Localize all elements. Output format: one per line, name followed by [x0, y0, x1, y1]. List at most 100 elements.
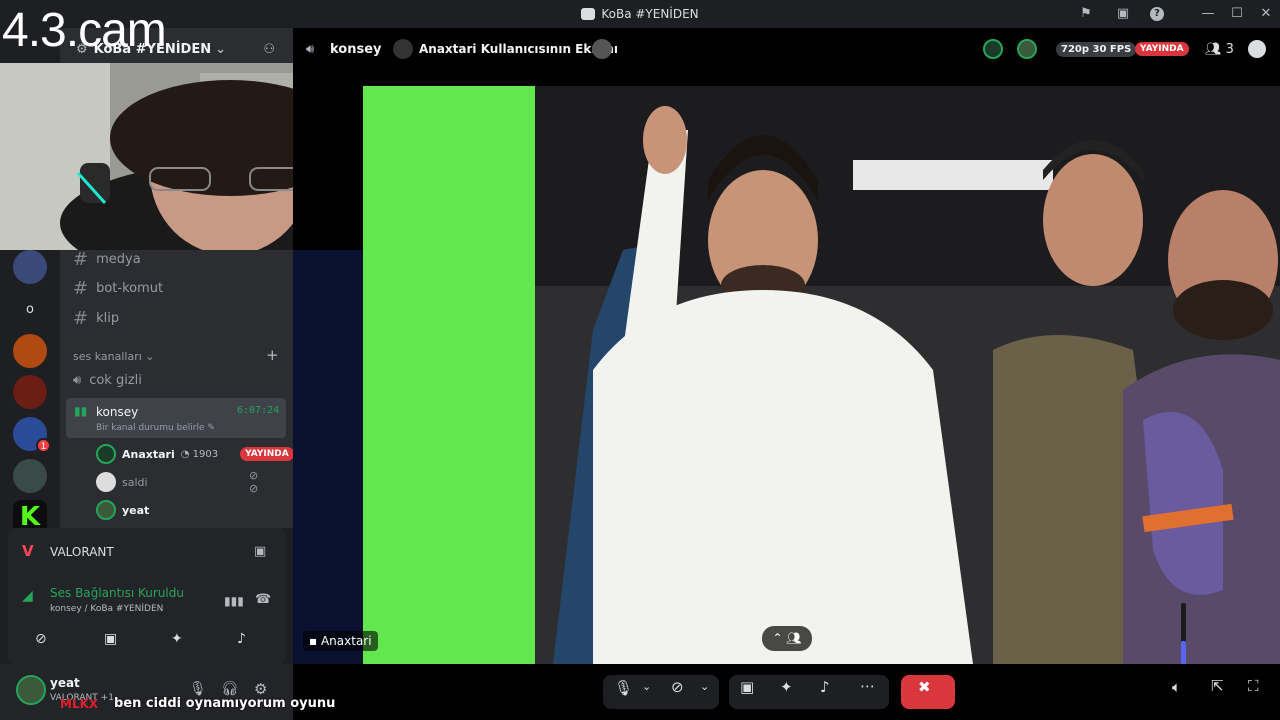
voice-channel-cok-gizli[interactable]: 🔊︎ cok gizli: [73, 373, 142, 388]
hash-icon: #: [73, 278, 89, 299]
microphone-icon[interactable]: 🎙︎: [189, 681, 207, 697]
more-icon[interactable]: ⋯: [860, 677, 875, 695]
live-badge: YAYINDA: [240, 447, 294, 461]
volume-slider[interactable]: [1181, 603, 1186, 671]
avatar: [96, 444, 116, 464]
cam-label: 4.3.cam: [2, 4, 167, 57]
discord-logo-icon: [581, 8, 596, 20]
soundboard-icon[interactable]: ♪: [237, 631, 246, 647]
microphone-icon[interactable]: 🎙︎: [614, 679, 633, 697]
screen-share-icon[interactable]: ▣: [104, 631, 117, 647]
chevron-down-icon[interactable]: ⌄: [642, 680, 651, 693]
activities-icon[interactable]: ✦: [171, 631, 183, 647]
stream-image: [293, 70, 1280, 664]
server-icon[interactable]: 1: [13, 417, 51, 453]
text-channel-klip[interactable]: # klip: [73, 308, 119, 329]
maximize-button[interactable]: ☐: [1228, 5, 1246, 23]
inbox-flag-icon[interactable]: ⚑: [1077, 5, 1095, 23]
headphones-icon[interactable]: 🎧︎: [221, 681, 239, 697]
noise-suppression-icon[interactable]: ▮▮▮: [224, 594, 244, 608]
soundboard-icon[interactable]: ♪: [820, 678, 830, 696]
voice-member[interactable]: Anaxtari ◔ 1903 YAYINDA: [96, 443, 294, 465]
streamer-avatar: [393, 39, 413, 59]
channel-name: bot-komut: [96, 281, 164, 296]
subtitle-prefix: MLKX: [60, 697, 99, 711]
subtitle-text: ben ciddi oynamıyorum oyunu: [114, 696, 336, 711]
category-header[interactable]: ses kanalları ⌄: [73, 350, 155, 363]
screen-share-icon[interactable]: ▣: [740, 678, 754, 696]
voice-member[interactable]: yeat: [96, 499, 149, 521]
screen-share-icon[interactable]: ▣: [254, 544, 266, 559]
channel-name: klip: [96, 311, 120, 326]
voice-member[interactable]: saldi ⊘ ⊘: [96, 469, 258, 495]
volume-icon[interactable]: 🔈︎: [1172, 678, 1181, 696]
muted-icons: ⊘ ⊘: [249, 469, 259, 495]
connection-channel[interactable]: konsey / KoBa #YENİDEN: [50, 604, 163, 614]
text-channel-medya[interactable]: # medya: [73, 249, 141, 270]
hash-icon: #: [73, 249, 89, 270]
text-channel-bot-komut[interactable]: # bot-komut: [73, 278, 163, 299]
server-icon[interactable]: [13, 334, 47, 368]
chevron-down-icon[interactable]: ⌄: [700, 680, 709, 693]
disconnect-icon[interactable]: ☎: [255, 592, 271, 607]
participant-avatar[interactable]: [1017, 39, 1037, 59]
stream-channel-name[interactable]: konsey: [330, 42, 382, 57]
camera-off-icon[interactable]: ⊘: [35, 631, 47, 647]
hash-icon: #: [73, 308, 89, 329]
server-icon[interactable]: [13, 375, 47, 409]
window-title: KoBa #YENİDEN: [601, 7, 699, 21]
connection-status[interactable]: Ses Bağlantısı Kuruldu: [50, 586, 184, 600]
activities-icon[interactable]: ✦: [780, 678, 793, 696]
avatar: [96, 500, 116, 520]
close-button[interactable]: ✕: [1257, 5, 1275, 23]
mention-badge: 1: [36, 438, 51, 453]
member-name: saldi: [122, 475, 148, 489]
end-call-icon: ✖: [918, 678, 931, 696]
quality-badge: 720p 30 FPS: [1056, 41, 1137, 57]
server-letter: o: [26, 302, 34, 317]
server-icon[interactable]: o: [13, 293, 47, 327]
user-bar: yeat VALORANT +1 🎙︎ 🎧︎ ⚙: [0, 664, 293, 720]
chat-icon[interactable]: [1248, 40, 1266, 58]
chat-bubble-icon: ▪: [309, 634, 318, 648]
member-extra-text: 1903: [192, 448, 219, 460]
streamer-avatar-small: [592, 39, 612, 59]
title-bar: KoBa #YENİDEN ⚑ ▣ ? — ☐ ✕: [0, 0, 1280, 28]
add-channel-icon[interactable]: +: [266, 346, 279, 364]
fullscreen-icon[interactable]: ⛶: [1248, 677, 1259, 695]
signal-icon[interactable]: ◢: [22, 588, 33, 604]
streamer-name-tag: ▪ Anaxtari: [303, 631, 378, 651]
avatar: [96, 472, 116, 492]
help-icon[interactable]: ?: [1150, 7, 1164, 21]
streamer-label: Anaxtari: [320, 634, 372, 648]
invite-icon[interactable]: ⚇: [263, 42, 275, 57]
pop-out-icon[interactable]: ⇱: [1211, 677, 1224, 695]
user-avatar[interactable]: [16, 675, 46, 705]
channel-status-text: Bir kanal durumu belirle: [96, 423, 205, 433]
minimize-button[interactable]: —: [1199, 5, 1217, 23]
inbox-icon[interactable]: ▣: [1114, 5, 1132, 23]
server-icon[interactable]: [13, 459, 47, 493]
camera-off-icon[interactable]: ⊘: [671, 678, 684, 696]
show-participants-button[interactable]: ⌃ 👥︎: [762, 626, 812, 651]
stream-header: 🔊︎ konsey Anaxtari Kullanıcısının Ekranı…: [293, 28, 1280, 70]
stream-title: Anaxtari Kullanıcısının Ekranı: [419, 42, 619, 56]
stream-video[interactable]: [293, 70, 1280, 664]
server-icon[interactable]: [13, 250, 47, 284]
valorant-icon: V: [22, 542, 34, 560]
channel-name: medya: [96, 252, 141, 267]
viewers-count[interactable]: 👥︎ 3: [1205, 42, 1234, 57]
channel-status[interactable]: Bir kanal durumu belirle ✎: [96, 423, 215, 433]
member-name: yeat: [122, 503, 150, 517]
category-name: ses kanalları: [73, 350, 142, 363]
member-name: Anaxtari: [122, 447, 175, 461]
users-icon: 👥︎: [1205, 41, 1222, 57]
voice-timer: 6:07:24: [237, 405, 280, 416]
voice-active-icon: ▮▮: [74, 404, 88, 418]
live-badge: YAYINDA: [1135, 42, 1189, 56]
participant-avatar[interactable]: [983, 39, 1003, 59]
activity-game: VALORANT: [50, 545, 114, 559]
voice-panel: V VALORANT ▣ ◢ Ses Bağlantısı Kuruldu ko…: [8, 528, 286, 664]
user-name[interactable]: yeat: [50, 676, 80, 690]
viewers-count-text: 3: [1225, 41, 1234, 57]
